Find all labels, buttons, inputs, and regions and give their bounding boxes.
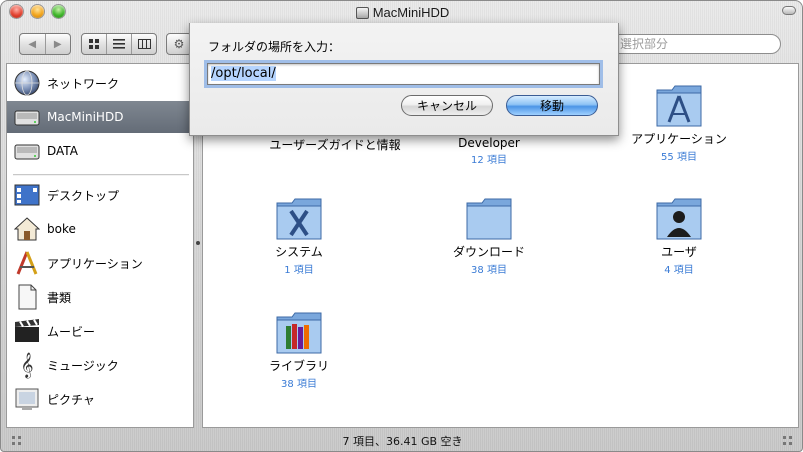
library-folder-icon	[274, 309, 324, 355]
hard-disk-icon	[355, 7, 369, 19]
go-to-folder-label: フォルダの場所を入力：	[208, 40, 341, 54]
list-view-button[interactable]	[107, 34, 132, 54]
sidebar-splitter[interactable]	[195, 241, 201, 247]
finder-window: MacMiniHDD ◀ ▶ ⚙ 選択部分 ネットワーク MacMiniHDD …	[0, 0, 803, 452]
sidebar-item-label: ムービー	[47, 324, 96, 339]
file-item[interactable]: ライブラリ 38 項目	[224, 309, 374, 390]
sidebar: ネットワーク MacMiniHDD DATA デスクトップ boke アプリケー…	[6, 63, 194, 428]
file-item-count: 38 項目	[471, 265, 507, 276]
forward-button[interactable]: ▶	[46, 34, 71, 54]
desktop-icon	[13, 181, 41, 209]
sidebar-item-label: 書類	[47, 290, 72, 305]
forward-arrow-icon: ▶	[53, 38, 62, 50]
view-mode-control	[81, 33, 157, 55]
sidebar-item-desktop[interactable]: デスクトップ	[7, 179, 193, 211]
go-button-label: 移動	[539, 99, 564, 113]
sidebar-item-label: デスクトップ	[47, 188, 120, 203]
window-title: MacMiniHDD	[1, 5, 802, 20]
folder-path-value: /opt/local/	[211, 66, 276, 81]
status-text: 7 項目、36.41 GB 空き	[342, 435, 463, 448]
search-placeholder: 選択部分	[620, 37, 669, 51]
column-view-button[interactable]	[132, 34, 156, 54]
gear-icon: ⚙	[173, 37, 185, 51]
folder-icon	[464, 195, 514, 241]
hard-disk-icon	[13, 137, 41, 165]
network-globe-icon	[13, 69, 41, 97]
documents-icon	[13, 283, 41, 311]
sidebar-item-network[interactable]: ネットワーク	[7, 67, 193, 99]
system-folder-icon	[274, 195, 324, 241]
status-bar: 7 項目、36.41 GB 空き	[1, 428, 802, 451]
icon-view-icon	[88, 38, 99, 49]
pictures-icon	[13, 385, 41, 413]
toolbar-toggle-button[interactable]	[782, 6, 796, 15]
sidebar-item-documents[interactable]: 書類	[7, 281, 193, 313]
movies-icon	[13, 317, 41, 345]
title-bar[interactable]: MacMiniHDD	[1, 1, 802, 23]
file-item[interactable]: ダウンロード 38 項目	[414, 195, 564, 276]
list-view-icon	[113, 39, 125, 49]
sidebar-item-label: ネットワーク	[47, 76, 120, 91]
file-item[interactable]: システム 1 項目	[224, 195, 374, 276]
go-to-folder-sheet: フォルダの場所を入力： /opt/local/ キャンセル 移動	[189, 23, 619, 136]
applications-folder-icon	[654, 82, 704, 128]
sidebar-item-label: MacMiniHDD	[47, 110, 124, 124]
applications-icon	[13, 249, 41, 277]
column-view-icon	[137, 39, 151, 49]
search-field[interactable]: 選択部分	[601, 34, 781, 54]
sidebar-item-macminihdd[interactable]: MacMiniHDD	[7, 101, 193, 133]
go-button[interactable]: 移動	[506, 95, 598, 116]
sidebar-item-label: ミュージック	[47, 358, 119, 373]
file-item-count: 1 項目	[284, 265, 314, 276]
folder-path-input[interactable]: /opt/local/	[207, 63, 600, 85]
file-item[interactable]: アプリケーション 55 項目	[604, 82, 754, 163]
file-item-count: 38 項目	[281, 379, 317, 390]
sidebar-item-label: boke	[47, 222, 76, 236]
file-item-name: Developer	[458, 136, 520, 150]
sidebar-item-music[interactable]: 𝄞 ミュージック	[7, 349, 193, 381]
cancel-button[interactable]: キャンセル	[401, 95, 493, 116]
back-arrow-icon: ◀	[28, 38, 37, 50]
sidebar-item-applications[interactable]: アプリケーション	[7, 247, 193, 279]
music-icon: 𝄞	[20, 352, 34, 378]
file-item-name: ライブラリ	[268, 359, 329, 373]
hard-disk-icon	[13, 103, 41, 131]
file-item-count: 55 項目	[661, 152, 697, 163]
file-item-count: 12 項目	[471, 155, 507, 166]
back-forward-control: ◀ ▶	[19, 33, 71, 55]
file-item-name: システム	[275, 245, 323, 259]
sidebar-item-data[interactable]: DATA	[7, 135, 193, 167]
window-title-text: MacMiniHDD	[372, 5, 450, 20]
file-item[interactable]: ユーザ 4 項目	[604, 195, 754, 276]
home-icon	[13, 215, 41, 243]
sidebar-divider	[13, 174, 189, 176]
users-folder-icon	[654, 195, 704, 241]
file-item-name: ユーザ	[661, 245, 697, 259]
file-item-count: 4 項目	[664, 265, 694, 276]
cancel-button-label: キャンセル	[416, 99, 477, 113]
file-item-name: ユーザーズガイドと情報	[269, 138, 401, 152]
sidebar-item-movies[interactable]: ムービー	[7, 315, 193, 347]
icon-view-button[interactable]	[82, 34, 107, 54]
back-button[interactable]: ◀	[20, 34, 46, 54]
file-item-name: アプリケーション	[631, 132, 727, 146]
sidebar-item-label: アプリケーション	[47, 256, 143, 271]
sidebar-item-home[interactable]: boke	[7, 213, 193, 245]
sidebar-item-label: ピクチャ	[47, 392, 95, 407]
resize-grip-icon[interactable]	[781, 434, 795, 448]
file-item-name: ダウンロード	[452, 245, 525, 259]
sidebar-item-label: DATA	[47, 144, 78, 158]
sidebar-item-pictures[interactable]: ピクチャ	[7, 383, 193, 415]
